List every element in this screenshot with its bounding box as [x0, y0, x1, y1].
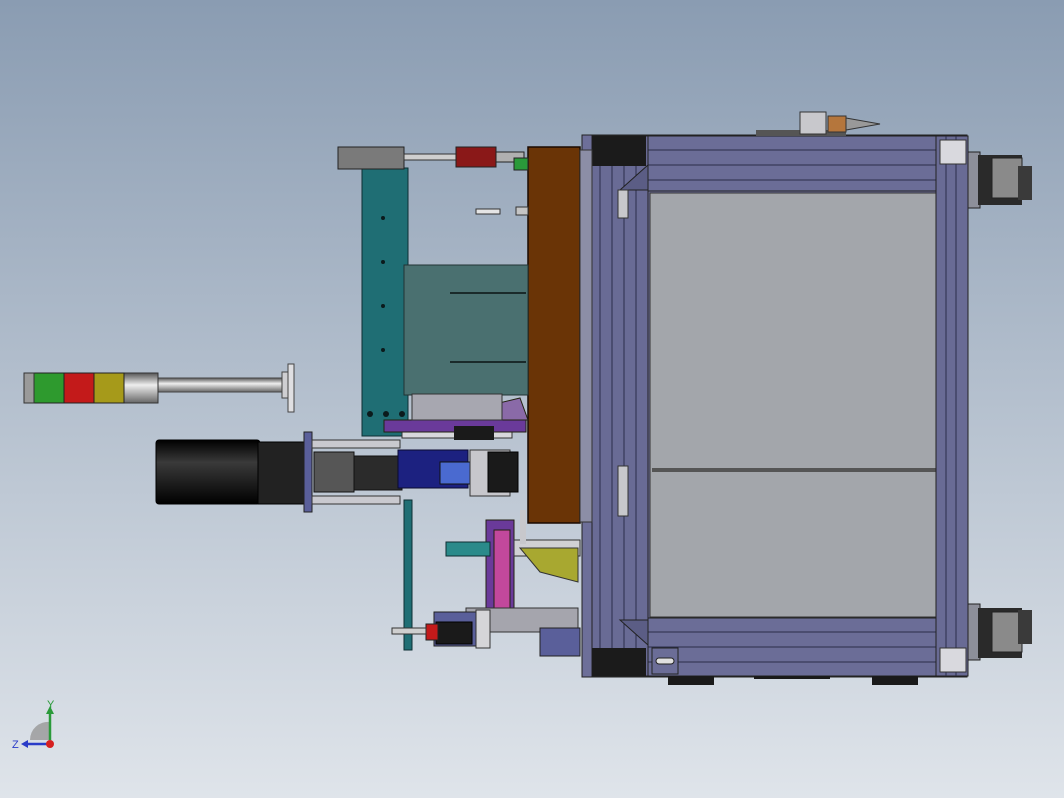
foot: [668, 676, 714, 685]
pin: [475, 208, 501, 215]
cad-model-view: Y Z: [0, 0, 1064, 798]
frame-top-rail: [645, 135, 941, 192]
tower-light-green-segment: [33, 372, 65, 404]
caster-bottom: [967, 603, 1032, 661]
main-frame: [581, 134, 969, 685]
corner-block-bottom: [592, 648, 646, 676]
frame-right-column: [935, 135, 969, 677]
caster-top: [967, 151, 1032, 209]
tower-light-yellow-segment: [93, 372, 125, 404]
pin: [515, 206, 529, 216]
foot: [872, 676, 918, 685]
frame-inner-panel: [649, 192, 937, 618]
brown-mounting-plate: [527, 146, 581, 524]
triad-z-label: Z: [12, 739, 19, 751]
lower-cylinder: [435, 621, 473, 645]
triad-y-label: Y: [47, 699, 55, 711]
plate-standoff: [579, 149, 593, 523]
corner-block-top: [592, 136, 646, 166]
motor-body: [155, 439, 261, 505]
cad-viewport[interactable]: Y Z: [0, 0, 1064, 798]
tower-light-red-segment: [63, 372, 95, 404]
